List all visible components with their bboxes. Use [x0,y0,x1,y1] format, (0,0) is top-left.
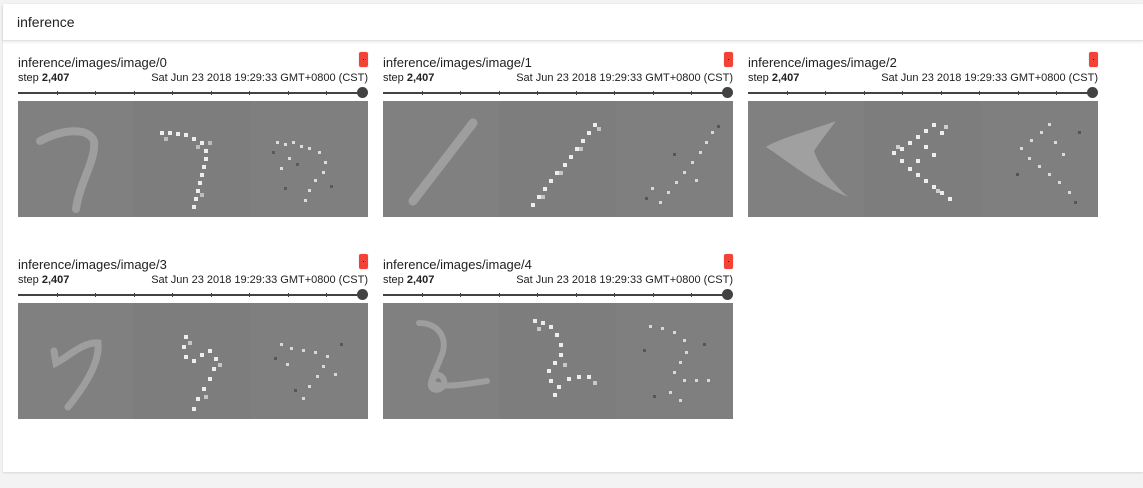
slider-tick [249,91,250,95]
slider-tick [133,293,135,297]
card-meta: step 2,407 Sat Jun 23 2018 19:29:33 GMT+… [383,274,733,286]
slider-tick [825,91,826,95]
slider-tick [575,293,577,297]
slider-tick [133,91,135,95]
image-display [748,101,1098,217]
card-title: inference/images/image/1 [383,55,532,70]
step-slider[interactable] [18,288,368,300]
slider-tick [652,293,654,297]
step-value: 2,407 [41,72,70,84]
slider-tick [940,91,942,95]
slider-track[interactable] [383,294,727,296]
slider-tick [1056,91,1057,95]
step-value: 2,407 [406,274,435,286]
timestamp: Sat Jun 23 2018 19:29:33 GMT+0800 (CST) [151,72,368,84]
slider-track[interactable] [18,92,362,94]
slider-tick [95,91,96,95]
slider-tick [421,293,423,297]
slider-tick [537,91,538,95]
slider-track[interactable] [383,92,727,94]
step-value: 2,407 [41,274,70,286]
step-info: step 2,407 [18,72,70,84]
badge-icon[interactable] [724,254,733,269]
slider-tick [287,293,289,297]
slider-tick [498,91,500,95]
step-slider[interactable] [18,86,368,98]
slider-tick [421,91,423,95]
card-title: inference/images/image/3 [18,257,167,272]
slider-tick [537,293,538,297]
slider-tick [326,91,327,95]
badge-icon[interactable] [1089,52,1098,67]
slider-tick [95,293,96,297]
step-info: step 2,407 [18,274,70,286]
slider-tick [979,91,980,95]
slider-knob[interactable] [722,87,733,98]
card-title: inference/images/image/4 [383,257,532,272]
slider-tick [249,293,250,297]
badge-icon[interactable] [359,254,368,269]
slider-tick [210,293,212,297]
card-title: inference/images/image/2 [748,55,897,70]
card-meta: step 2,407 Sat Jun 23 2018 19:29:33 GMT+… [383,72,733,84]
card-meta: step 2,407 Sat Jun 23 2018 19:29:33 GMT+… [18,72,368,84]
step-info: step 2,407 [383,274,435,286]
step-info: step 2,407 [748,72,800,84]
slider-knob[interactable] [722,289,733,300]
slider-tick [786,91,788,95]
card-title: inference/images/image/0 [18,55,167,70]
slider-tick [1017,91,1019,95]
slider-tick [172,91,173,95]
slider-tick [614,91,615,95]
step-value: 2,407 [406,72,435,84]
slider-tick [498,293,500,297]
panel-title: inference [17,14,75,30]
card-meta: step 2,407 Sat Jun 23 2018 19:29:33 GMT+… [748,72,1098,84]
step-info: step 2,407 [383,72,435,84]
step-slider[interactable] [383,86,733,98]
slider-tick [326,293,327,297]
slider-tick [614,293,615,297]
badge-icon[interactable] [724,52,733,67]
timestamp: Sat Jun 23 2018 19:29:33 GMT+0800 (CST) [516,274,733,286]
slider-tick [691,293,692,297]
image-display [18,101,368,217]
slider-track[interactable] [18,294,362,296]
slider-knob[interactable] [357,289,368,300]
panel-header[interactable]: inference [3,4,1143,41]
slider-tick [287,91,289,95]
slider-track[interactable] [748,92,1092,94]
slider-tick [172,293,173,297]
slider-tick [902,91,903,95]
slider-tick [56,293,58,297]
slider-tick [56,91,58,95]
timestamp: Sat Jun 23 2018 19:29:33 GMT+0800 (CST) [516,72,733,84]
slider-tick [575,91,577,95]
step-slider[interactable] [748,86,1098,98]
slider-knob[interactable] [1087,87,1098,98]
image-display [383,303,733,419]
badge-icon[interactable] [359,52,368,67]
slider-tick [460,91,461,95]
slider-tick [210,91,212,95]
step-value: 2,407 [771,72,800,84]
slider-tick [863,91,865,95]
image-display [383,101,733,217]
card-meta: step 2,407 Sat Jun 23 2018 19:29:33 GMT+… [18,274,368,286]
step-slider[interactable] [383,288,733,300]
slider-tick [652,91,654,95]
slider-knob[interactable] [357,87,368,98]
timestamp: Sat Jun 23 2018 19:29:33 GMT+0800 (CST) [881,72,1098,84]
slider-tick [691,91,692,95]
timestamp: Sat Jun 23 2018 19:29:33 GMT+0800 (CST) [151,274,368,286]
slider-tick [460,293,461,297]
image-display [18,303,368,419]
